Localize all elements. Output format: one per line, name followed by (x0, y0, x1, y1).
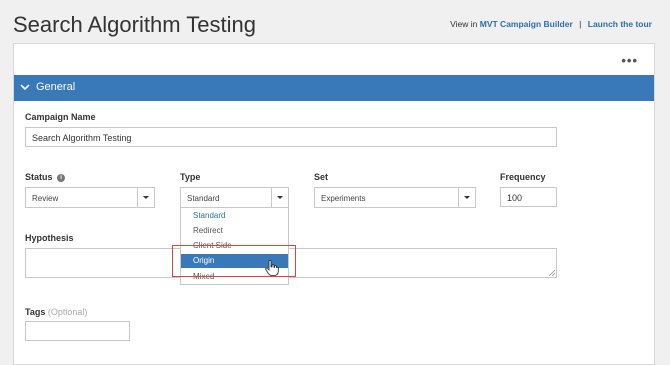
frequency-input[interactable]: 100 (500, 187, 557, 207)
info-icon[interactable]: i (57, 174, 66, 182)
caret-down-icon (458, 188, 475, 207)
status-label: Status (25, 172, 53, 182)
tags-input[interactable] (25, 321, 130, 341)
campaign-name-label: Campaign Name (25, 112, 96, 122)
set-select-value: Experiments (321, 194, 366, 203)
type-label: Type (180, 172, 201, 182)
tags-label: Tags (25, 307, 46, 317)
type-option-redirect[interactable]: Redirect (181, 224, 288, 238)
type-select[interactable]: Standard (180, 187, 289, 208)
caret-down-icon (271, 188, 288, 207)
type-select-value: Standard (187, 194, 220, 203)
set-label: Set (314, 172, 329, 182)
status-label-group: Status i (25, 172, 66, 182)
hand-pointer-icon (265, 260, 279, 276)
section-title: General (36, 81, 76, 93)
status-select[interactable]: Review (25, 187, 155, 208)
launch-tour-link[interactable]: Launch the tour (588, 19, 652, 29)
chevron-down-icon (20, 84, 30, 91)
general-section-header[interactable]: General (14, 75, 654, 101)
link-separator: | (579, 19, 582, 29)
set-select[interactable]: Experiments (314, 187, 476, 208)
campaign-name-input[interactable]: Search Algorithm Testing (25, 127, 557, 147)
more-options-icon[interactable]: ••• (621, 53, 638, 68)
status-select-value: Review (32, 194, 59, 203)
frequency-label: Frequency (500, 172, 546, 182)
hypothesis-label: Hypothesis (25, 233, 74, 243)
mvt-campaign-builder-link[interactable]: MVT Campaign Builder (480, 19, 573, 29)
caret-down-icon (137, 188, 154, 207)
type-option-standard[interactable]: Standard (181, 209, 288, 223)
resize-grip-icon[interactable] (549, 270, 555, 276)
view-in-label: View in (450, 19, 478, 29)
page-title: Search Algorithm Testing (13, 12, 256, 37)
tags-label-group: Tags (Optional) (25, 307, 87, 317)
top-links: View in MVT Campaign Builder | Launch th… (450, 19, 652, 29)
tags-optional-label: (Optional) (47, 307, 88, 317)
